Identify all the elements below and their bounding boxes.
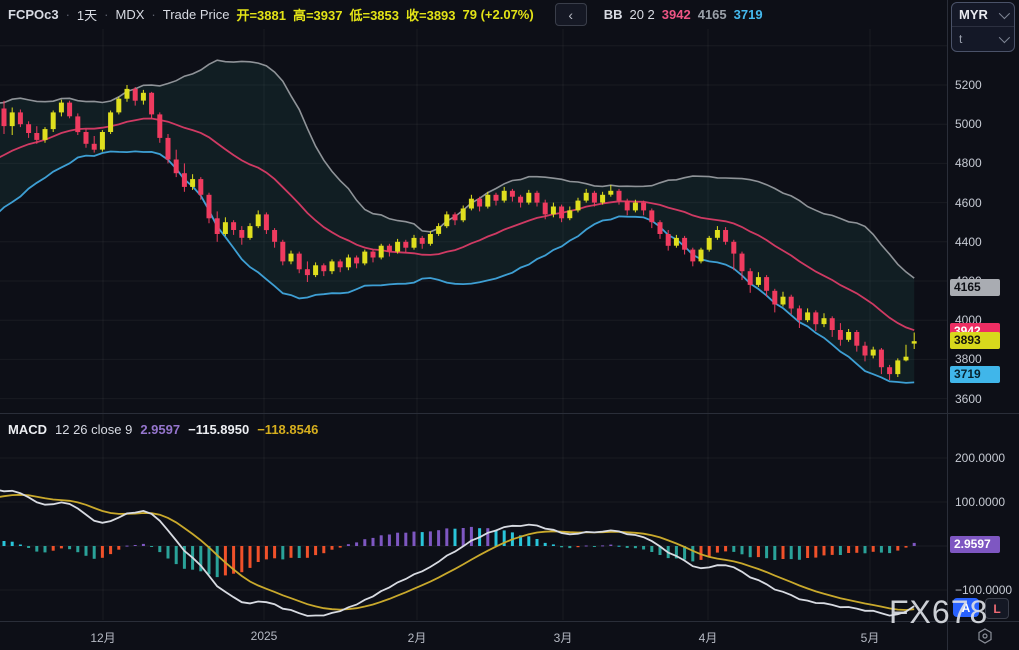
chevron-down-icon xyxy=(999,31,1010,42)
currency-selector[interactable]: MYR xyxy=(952,3,1014,26)
currency-unit-box: MYR t xyxy=(951,2,1015,52)
price-axis-label: 5200 xyxy=(955,78,982,92)
price-badge: 4165 xyxy=(950,279,1000,296)
chart-canvas[interactable] xyxy=(0,0,947,621)
close-value: 收=3893 xyxy=(406,5,456,24)
open-value: 开=3881 xyxy=(236,5,286,24)
time-axis-label: 5月 xyxy=(861,629,880,646)
bb-indicator-params: 20 2 xyxy=(629,7,654,22)
interval-label: 1天 xyxy=(77,5,97,24)
time-axis[interactable]: 12月 2025 2月 3月 4月 5月 xyxy=(0,621,1019,650)
time-axis-label: 2月 xyxy=(408,629,427,646)
macd-axis-label: 200.0000 xyxy=(955,451,1005,465)
price-badge: 3893 xyxy=(950,332,1000,349)
bb-upper-value: 4165 xyxy=(698,7,727,22)
macd-signal-value: −118.8546 xyxy=(257,422,318,437)
separator-dot: · xyxy=(151,7,155,22)
unit-label: t xyxy=(959,32,962,46)
pane-divider[interactable] xyxy=(0,413,1019,414)
price-axis-label: 5000 xyxy=(955,117,982,131)
time-axis-label: 12月 xyxy=(90,629,115,646)
price-axis-label: 3800 xyxy=(955,352,982,366)
price-axis-label: 4800 xyxy=(955,156,982,170)
trading-chart-app: FCPOc3 · 1天 · MDX · Trade Price 开=3881 高… xyxy=(0,0,1019,650)
bb-indicator-name: BB xyxy=(604,7,623,22)
macd-hist-badge: 2.9597 xyxy=(950,536,1000,553)
macd-pane xyxy=(0,490,947,616)
macd-line-value: −115.8950 xyxy=(188,422,249,437)
symbol-name: FCPOc3 xyxy=(8,7,59,22)
macd-indicator-params: 12 26 close 9 xyxy=(55,422,132,437)
fx678-watermark: FX678 xyxy=(889,594,988,631)
high-value: 高=3937 xyxy=(293,5,343,24)
bollinger-band xyxy=(0,60,917,383)
price-axis-label: 3600 xyxy=(955,392,982,406)
bb-lower-value: 3719 xyxy=(734,7,763,22)
macd-hist-value: 2.9597 xyxy=(140,422,180,437)
macd-indicator-name: MACD xyxy=(8,422,47,437)
separator-dot: · xyxy=(66,7,70,22)
price-axis[interactable]: MYR t 5200500048004600440042004000380036… xyxy=(947,0,1019,650)
macd-legend: MACD 12 26 close 9 2.9597 −115.8950 −118… xyxy=(8,422,318,437)
price-axis-label: 4400 xyxy=(955,235,982,249)
bb-basis-value: 3942 xyxy=(662,7,691,22)
time-axis-label: 2025 xyxy=(251,629,278,643)
time-axis-label: 3月 xyxy=(554,629,573,646)
legend-collapse-button[interactable]: ‹ xyxy=(555,3,587,26)
chevron-down-icon xyxy=(999,7,1010,18)
symbol-legend: FCPOc3 · 1天 · MDX · Trade Price 开=3881 高… xyxy=(8,0,763,29)
price-type-label: Trade Price xyxy=(163,7,230,22)
separator-dot: · xyxy=(104,7,108,22)
low-value: 低=3853 xyxy=(349,5,399,24)
exchange-label: MDX xyxy=(116,7,145,22)
price-axis-label: 4600 xyxy=(955,196,982,210)
time-axis-label: 4月 xyxy=(699,629,718,646)
macd-axis-label: 100.0000 xyxy=(955,495,1005,509)
change-value: 79 (+2.07%) xyxy=(463,7,534,22)
currency-label: MYR xyxy=(959,7,988,22)
chevron-left-icon: ‹ xyxy=(568,8,573,22)
log-scale-button[interactable]: L xyxy=(985,598,1009,619)
price-badge: 3719 xyxy=(950,366,1000,383)
unit-selector[interactable]: t xyxy=(952,26,1014,50)
